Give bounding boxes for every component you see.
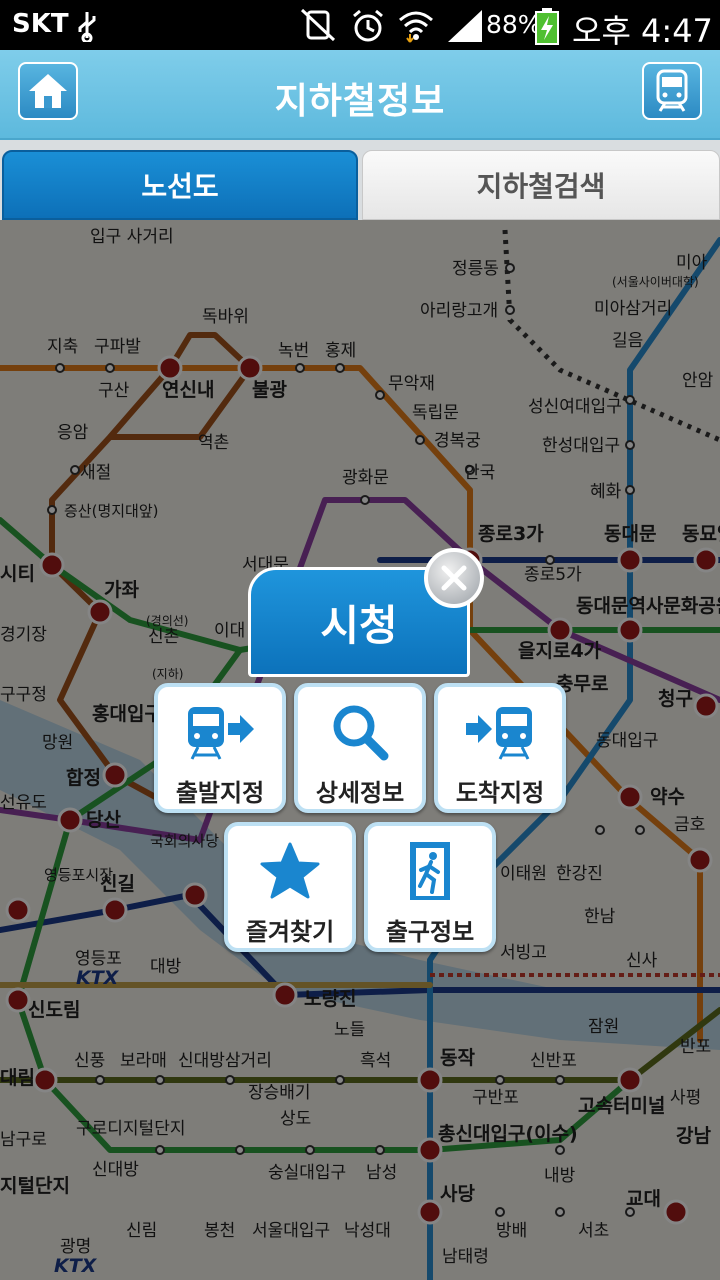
carrier-label: SKT [12, 9, 69, 39]
arrival-train-icon [466, 707, 532, 760]
set-departure-label: 출발지정 [175, 779, 265, 807]
usb-icon [78, 12, 96, 42]
exit-info-button[interactable]: 출구정보 [364, 822, 496, 952]
page-title: 지하철정보 [274, 81, 446, 122]
alarm-icon [353, 9, 383, 42]
vibrate-off-icon [300, 8, 336, 42]
tab-route-map[interactable]: 노선도 [2, 150, 358, 220]
subway-train-icon [656, 69, 688, 112]
details-label: 상세정보 [315, 779, 405, 807]
close-button[interactable] [424, 548, 484, 608]
tab-subway-search[interactable]: 지하철검색 [362, 150, 720, 220]
favorites-label: 즐겨찾기 [245, 918, 335, 946]
signal-icon [448, 10, 482, 42]
departure-train-icon [188, 707, 254, 760]
close-icon [441, 565, 467, 591]
details-button[interactable]: 상세정보 [294, 683, 426, 813]
set-arrival-button[interactable]: 도착지정 [434, 683, 566, 813]
exit-info-label: 출구정보 [385, 918, 475, 946]
set-departure-button[interactable]: 출발지정 [154, 683, 286, 813]
magnifier-icon [333, 705, 389, 761]
battery-charging-icon [535, 8, 559, 45]
app-header: 지하철정보 [0, 50, 720, 140]
status-bar: SKT 88% 오후 4:47 [0, 0, 720, 50]
clock: 오후 4:47 [572, 12, 713, 50]
star-icon [260, 842, 320, 899]
subway-button[interactable] [642, 62, 702, 120]
wifi-icon [399, 11, 433, 43]
set-arrival-label: 도착지정 [455, 779, 545, 807]
exit-icon [410, 842, 450, 900]
tab-bar: 노선도 지하철검색 [0, 140, 720, 220]
favorites-button[interactable]: 즐겨찾기 [224, 822, 356, 952]
